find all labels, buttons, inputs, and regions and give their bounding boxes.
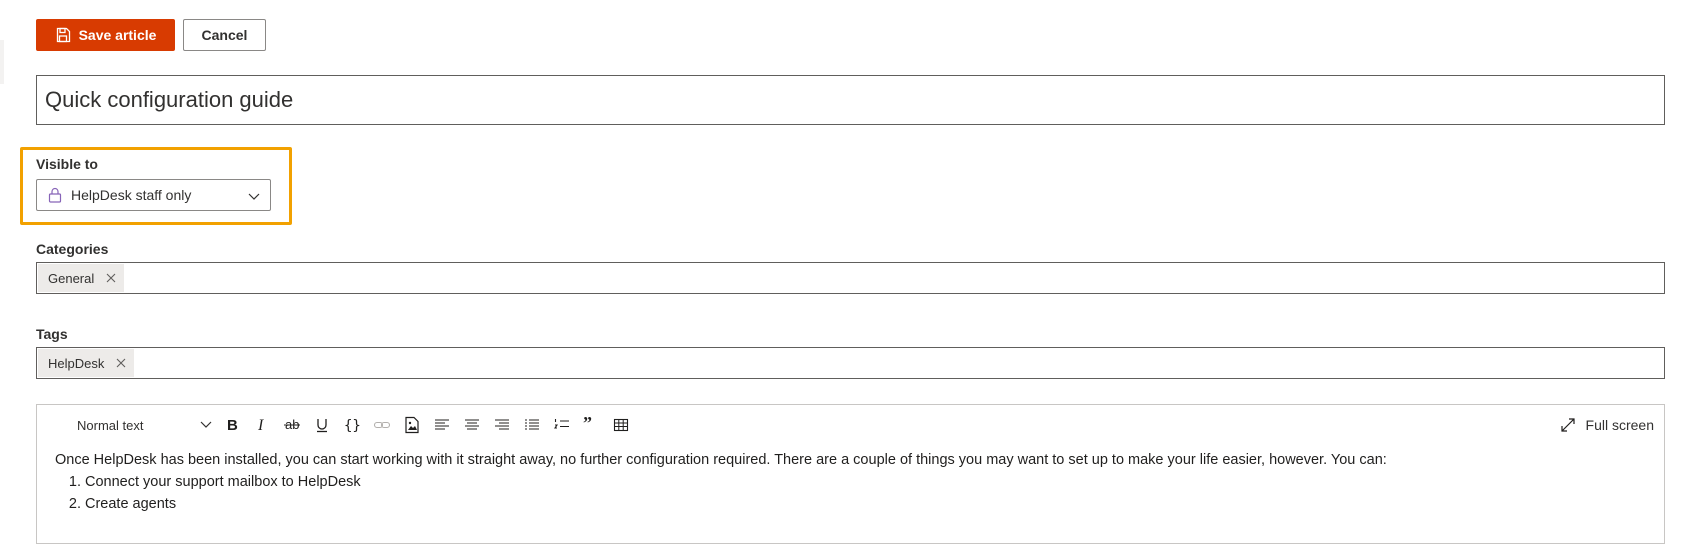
bold-icon[interactable]: B — [221, 414, 243, 436]
remove-category-icon[interactable] — [106, 273, 116, 283]
cancel-button[interactable]: Cancel — [183, 19, 266, 51]
numbered-list-icon[interactable] — [551, 414, 573, 436]
article-title-value: Quick configuration guide — [45, 87, 294, 112]
chevron-down-icon — [199, 417, 213, 431]
cancel-label: Cancel — [201, 27, 248, 43]
quote-icon[interactable]: ” — [578, 414, 600, 436]
full-screen-button[interactable]: Full screen — [1560, 415, 1654, 435]
categories-picker[interactable]: General — [36, 262, 1665, 294]
editor-content[interactable]: Once HelpDesk has been installed, you ca… — [55, 449, 1654, 515]
svg-text:”: ” — [583, 417, 592, 433]
tag-chip-label: HelpDesk — [48, 355, 105, 371]
image-icon[interactable] — [401, 414, 423, 436]
editor-toolbar: Normal text B I ab {} ” Full screen — [37, 405, 1664, 445]
strikethrough-icon[interactable]: ab — [281, 414, 303, 436]
numbered-list: Connect your support mailbox to HelpDesk… — [55, 471, 1654, 515]
rich-text-editor: Normal text B I ab {} ” Full screen Once… — [36, 404, 1665, 544]
chevron-down-icon — [247, 189, 261, 203]
categories-label: Categories — [36, 241, 109, 257]
table-icon[interactable] — [610, 414, 632, 436]
svg-text:B: B — [227, 417, 238, 433]
code-icon[interactable]: {} — [341, 414, 363, 436]
align-center-icon[interactable] — [461, 414, 483, 436]
text-style-dropdown[interactable]: Normal text — [77, 415, 213, 435]
category-chip-label: General — [48, 270, 95, 286]
align-left-icon[interactable] — [431, 414, 453, 436]
visible-to-value: HelpDesk staff only — [71, 187, 192, 203]
visible-to-label: Visible to — [36, 156, 98, 172]
save-article-button[interactable]: Save article — [36, 19, 175, 51]
italic-icon[interactable]: I — [251, 414, 273, 436]
bulleted-list-icon[interactable] — [521, 414, 543, 436]
align-right-icon[interactable] — [491, 414, 513, 436]
left-edge-strip — [0, 40, 4, 84]
svg-text:{}: {} — [344, 418, 361, 433]
expand-icon — [1560, 417, 1576, 433]
save-icon — [55, 27, 71, 43]
tags-label: Tags — [36, 326, 68, 342]
list-item: Create agents — [85, 493, 1654, 515]
article-title-input[interactable]: Quick configuration guide — [36, 75, 1665, 125]
remove-tag-icon[interactable] — [116, 358, 126, 368]
underline-icon[interactable] — [311, 414, 333, 436]
link-icon[interactable] — [371, 414, 393, 436]
list-item: Connect your support mailbox to HelpDesk — [85, 471, 1654, 493]
lock-icon — [48, 187, 62, 203]
visible-to-dropdown[interactable]: HelpDesk staff only — [36, 179, 271, 211]
category-chip: General — [38, 264, 125, 292]
body-paragraph: Once HelpDesk has been installed, you ca… — [55, 452, 1387, 468]
save-article-label: Save article — [78, 27, 157, 43]
tags-picker[interactable]: HelpDesk — [36, 347, 1665, 379]
full-screen-label: Full screen — [1585, 417, 1654, 433]
text-style-value: Normal text — [77, 417, 144, 433]
svg-text:I: I — [257, 417, 264, 433]
tag-chip: HelpDesk — [38, 349, 135, 377]
